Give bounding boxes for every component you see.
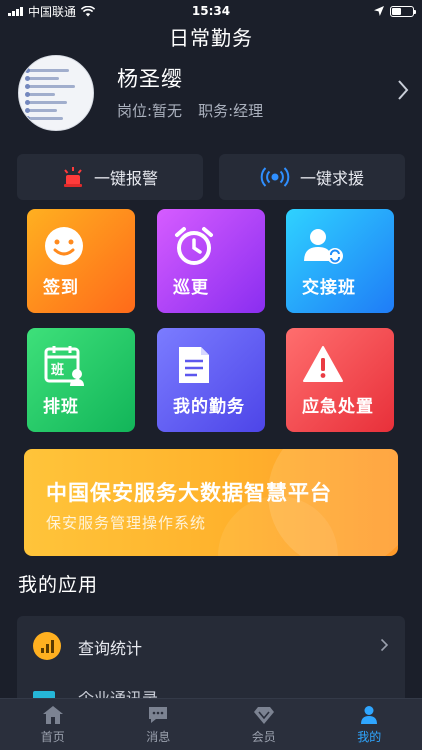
profile-duty: 职务:经理 bbox=[198, 102, 264, 120]
one-key-alarm-label: 一键报警 bbox=[93, 169, 158, 188]
tile-label: 应急处置 bbox=[302, 397, 374, 417]
tab-label: 会员 bbox=[251, 729, 276, 744]
profile-meta: 岗位:暂无 职务:经理 bbox=[117, 100, 263, 121]
message-icon bbox=[149, 706, 168, 723]
tile-my-duty[interactable]: 我的勤务 bbox=[157, 328, 265, 432]
status-left: 中国联通 bbox=[8, 3, 96, 20]
tab-label: 消息 bbox=[146, 729, 171, 744]
tab-home[interactable]: 首页 bbox=[0, 699, 106, 750]
my-apps-title: 我的应用 bbox=[18, 574, 99, 596]
tile-patrol[interactable]: 巡更 bbox=[157, 209, 265, 313]
chevron-right-icon[interactable] bbox=[396, 79, 410, 101]
list-item-label: 查询统计 bbox=[78, 639, 143, 658]
banner-subtitle: 保安服务管理操作系统 bbox=[46, 514, 207, 532]
battery-icon bbox=[390, 5, 416, 17]
tile-sign-in[interactable]: 签到 bbox=[27, 209, 135, 313]
tile-emergency[interactable]: 应急处置 bbox=[286, 328, 394, 432]
tile-label: 签到 bbox=[43, 278, 79, 298]
tile-label: 巡更 bbox=[173, 278, 209, 298]
location-arrow-icon bbox=[374, 6, 384, 16]
person-icon bbox=[361, 705, 378, 724]
tab-mine[interactable]: 我的 bbox=[317, 699, 422, 750]
one-key-help-label: 一键求援 bbox=[299, 169, 364, 188]
chevron-right-icon bbox=[380, 638, 389, 652]
user-swap-icon bbox=[304, 229, 343, 264]
avatar[interactable] bbox=[18, 55, 94, 131]
tab-messages[interactable]: 消息 bbox=[106, 699, 212, 750]
siren-icon bbox=[63, 167, 82, 187]
tile-scheduling[interactable]: 班 排班 bbox=[27, 328, 135, 432]
broadcast-icon bbox=[260, 167, 290, 187]
warning-icon bbox=[303, 346, 343, 382]
tab-label: 我的 bbox=[357, 729, 382, 744]
platform-banner[interactable]: 中国保安服务大数据智慧平台 保安服务管理操作系统 bbox=[24, 449, 398, 556]
bar-chart-icon bbox=[33, 632, 61, 660]
svg-text:班: 班 bbox=[51, 362, 64, 378]
tile-label: 交接班 bbox=[302, 278, 356, 298]
my-apps-list: 查询统计 企业通讯录 bbox=[17, 616, 405, 698]
tile-shift-handover[interactable]: 交接班 bbox=[286, 209, 394, 313]
home-icon bbox=[42, 705, 63, 724]
status-bar: 中国联通 15:34 bbox=[0, 0, 422, 22]
document-icon bbox=[179, 347, 209, 383]
wifi-icon bbox=[81, 5, 96, 16]
contacts-icon bbox=[33, 691, 55, 698]
schedule-icon: 班 bbox=[44, 346, 84, 386]
banner-title: 中国保安服务大数据智慧平台 bbox=[46, 481, 332, 505]
tile-label: 排班 bbox=[43, 397, 79, 417]
list-item-label[interactable]: 企业通讯录 bbox=[78, 691, 158, 698]
tab-label: 首页 bbox=[40, 729, 65, 744]
profile-card[interactable]: 杨圣缨 岗位:暂无 职务:经理 bbox=[18, 55, 410, 131]
diamond-icon bbox=[253, 706, 274, 724]
profile-name: 杨圣缨 bbox=[117, 67, 183, 91]
list-item-query-statistics[interactable]: 查询统计 bbox=[17, 616, 405, 674]
one-key-help-button[interactable]: 一键求援 bbox=[219, 154, 405, 200]
page-title: 日常勤务 bbox=[169, 26, 253, 50]
one-key-alarm-button[interactable]: 一键报警 bbox=[17, 154, 203, 200]
tab-bar: 首页 消息 会员 我的 bbox=[0, 698, 422, 750]
profile-position: 岗位:暂无 bbox=[117, 102, 183, 120]
tab-membership[interactable]: 会员 bbox=[211, 699, 317, 750]
smile-icon bbox=[45, 227, 83, 265]
alarm-clock-icon bbox=[175, 227, 213, 265]
carrier-label: 中国联通 bbox=[28, 4, 77, 19]
tile-label: 我的勤务 bbox=[173, 397, 245, 417]
signal-icon bbox=[8, 6, 23, 16]
status-right bbox=[374, 5, 416, 17]
